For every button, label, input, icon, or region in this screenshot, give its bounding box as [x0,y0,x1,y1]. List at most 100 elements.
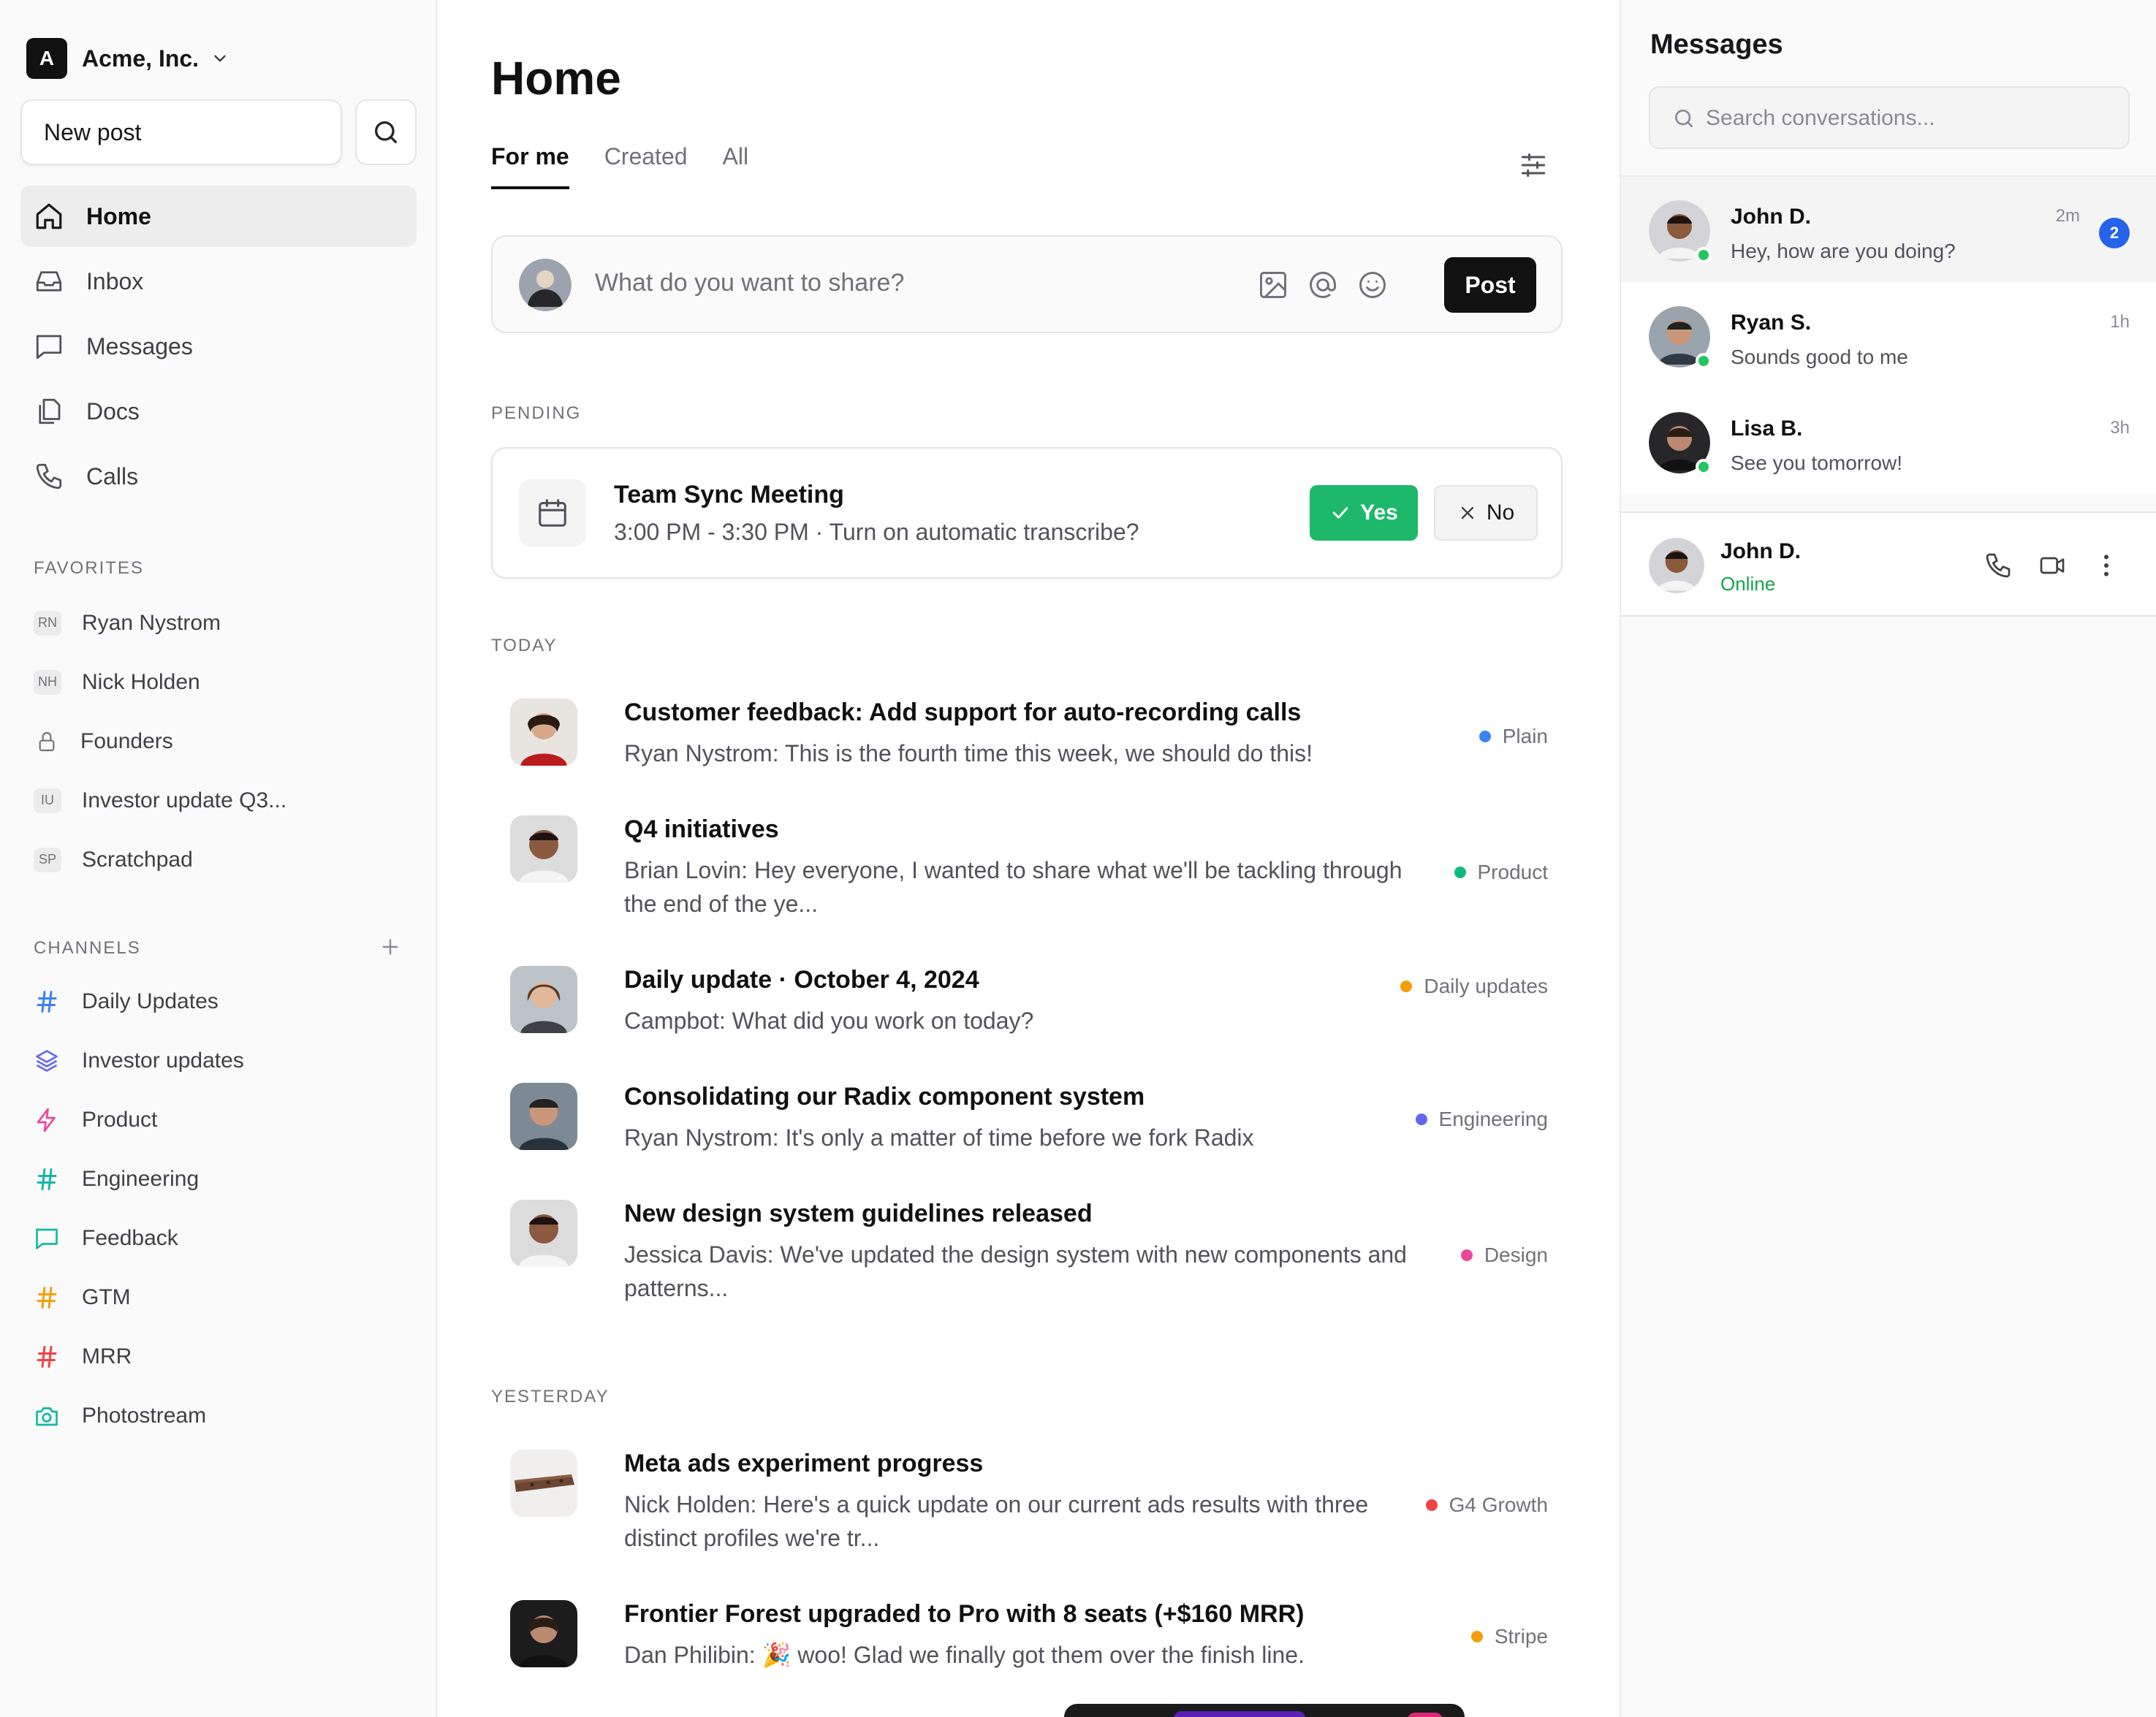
composer-placeholder[interactable]: What do you want to share? [595,269,904,297]
tag-dot [1415,1113,1427,1125]
feed-title: Q4 initiatives [624,815,779,843]
add-channel-icon[interactable] [379,935,402,959]
search-input[interactable] [1706,101,2115,136]
online-indicator [1696,459,1712,475]
no-button[interactable]: No [1434,485,1538,541]
channel-label: Feedback [82,1225,178,1250]
favorite-item[interactable]: NH Nick Holden [20,652,417,712]
tag-dot [1479,731,1491,742]
post-thumbnail [510,1450,577,1517]
nav-item-messages[interactable]: Messages [20,316,417,377]
channel-label: Photostream [82,1403,207,1428]
channel-tag[interactable]: Engineering [1415,1108,1548,1131]
nav-label: Calls [86,462,139,490]
favorites-list: RN Ryan Nystrom NH Nick Holden Founders … [20,593,417,889]
channel-tag[interactable]: Design [1460,1244,1548,1267]
contact-status: Online [1720,573,1776,595]
docs-icon [39,398,61,425]
phone-icon[interactable] [1984,551,2013,580]
tag-label: Stripe [1494,1625,1548,1648]
channel-item[interactable]: Daily Updates [20,972,417,1031]
channel-tag[interactable]: Stripe [1470,1625,1548,1648]
post-composer[interactable]: What do you want to share? Post [491,235,1563,333]
conversation-item[interactable]: Ryan S. Sounds good to me 1h [1621,283,2156,389]
emoji-icon[interactable] [1356,269,1389,301]
yes-button[interactable]: Yes [1310,485,1418,541]
nav-item-docs[interactable]: Docs [20,381,417,442]
tag-dot [1454,867,1466,878]
search-button[interactable] [355,99,417,165]
feed-title: New design system guidelines released [624,1200,1093,1227]
feed-body: Brian Lovin: Hey everyone, I wanted to s… [624,857,1402,917]
org-switcher[interactable]: A Acme, Inc. [26,38,229,79]
tag-label: Plain [1502,725,1548,747]
conversation-preview: See you tomorrow! [1731,452,1902,474]
conversation-item[interactable]: John D. Hey, how are you doing? 2m 2 [1621,177,2156,283]
channel-item[interactable]: Feedback [20,1208,417,1268]
tab-created[interactable]: Created [604,143,688,189]
inbox-icon [36,271,62,292]
feed-title: Customer feedback: Add support for auto-… [624,698,1302,726]
hash-icon [37,1345,57,1368]
tag-label: Engineering [1438,1108,1548,1130]
post-button[interactable]: Post [1444,257,1536,313]
hash-icon [37,990,57,1013]
channel-tag[interactable]: Plain [1479,725,1548,748]
conversation-name: John D. [1731,205,1811,229]
favorite-item[interactable]: SP Scratchpad [20,830,417,889]
channel-item[interactable]: GTM [20,1268,417,1327]
favorite-label: Scratchpad [82,847,193,872]
new-post-button[interactable]: New post [20,99,342,165]
calendar-icon [539,499,566,527]
toolbar-pill[interactable] [1174,1711,1305,1717]
author-avatar [510,966,577,1033]
author-avatar [510,1200,577,1267]
nav-label: Home [86,202,151,229]
channel-item[interactable]: Product [20,1090,417,1149]
tab-for-me[interactable]: For me [491,143,569,189]
conversation-name: Ryan S. [1731,311,1812,335]
channel-label: Investor updates [82,1048,244,1073]
author-avatar [510,698,577,766]
nav-item-calls[interactable]: Calls [20,446,417,507]
image-icon[interactable] [1257,269,1289,301]
conversation-preview: Sounds good to me [1731,346,1908,368]
avatar [1649,538,1704,593]
initials-badge: IU [34,788,61,813]
search-icon [1675,110,1693,127]
conversation-item[interactable]: Lisa B. See you tomorrow! 3h [1621,389,2156,495]
conversation-search[interactable] [1649,86,2130,149]
lock-icon [39,731,55,751]
channel-tag[interactable]: Daily updates [1400,975,1548,998]
home-icon [36,203,62,229]
favorite-item[interactable]: Founders [20,712,417,771]
favorite-item[interactable]: IU Investor update Q3... [20,771,417,830]
tag-dot [1400,981,1413,992]
online-indicator [1696,247,1712,263]
pending-subtitle: 3:00 PM - 3:30 PM · Turn on automatic tr… [614,519,1139,545]
nav-item-inbox[interactable]: Inbox [20,251,417,312]
channel-tag[interactable]: Product [1454,861,1548,884]
today-heading: TODAY [491,636,558,655]
more-vertical-icon[interactable] [2092,551,2121,580]
channel-item[interactable]: Engineering [20,1149,417,1208]
chat-icon [36,1228,58,1249]
channel-item[interactable]: MRR [20,1327,417,1386]
conversation-time: 1h [2110,312,2130,332]
mention-icon[interactable] [1307,269,1339,301]
primary-nav: Home Inbox Messages Docs Calls [20,186,417,511]
favorite-item[interactable]: RN Ryan Nystrom [20,593,417,652]
nav-item-home[interactable]: Home [20,186,417,247]
channel-tag[interactable]: G4 Growth [1425,1493,1548,1517]
floating-toolbar[interactable] [1064,1704,1465,1717]
channel-item[interactable]: Photostream [20,1386,417,1445]
filter-settings-icon[interactable] [1517,149,1549,181]
hash-icon [37,1286,57,1309]
video-icon[interactable] [2038,551,2067,580]
channel-item[interactable]: Investor updates [20,1031,417,1090]
tab-all[interactable]: All [723,143,749,189]
channel-label: GTM [82,1284,131,1309]
yesterday-heading: YESTERDAY [491,1387,610,1406]
favorite-label: Founders [80,728,173,753]
feed-body: Campbot: What did you work on today? [624,1008,1034,1034]
